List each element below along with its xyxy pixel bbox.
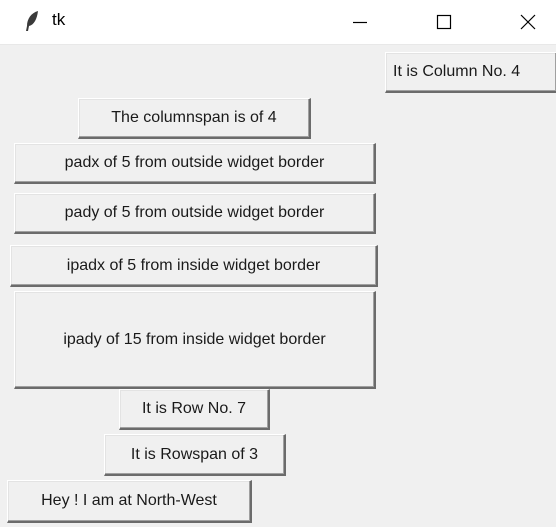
close-button[interactable] [500,0,556,44]
maximize-button[interactable] [416,0,472,44]
row-7-button[interactable]: It is Row No. 7 [119,389,270,430]
maximize-icon [436,14,452,30]
columnspan-button[interactable]: The columnspan is of 4 [78,98,311,139]
minimize-icon [352,14,368,30]
window-content: It is Column No. 4 The columnspan is of … [0,45,556,527]
window-title: tk [52,10,66,29]
feather-icon [24,10,40,32]
title-bar[interactable]: tk [0,0,556,45]
close-icon [520,14,536,30]
padx-button[interactable]: padx of 5 from outside widget border [14,143,376,184]
minimize-button[interactable] [332,0,388,44]
rowspan-button[interactable]: It is Rowspan of 3 [104,434,286,476]
north-west-button[interactable]: Hey ! I am at North-West [7,480,252,523]
ipadx-button[interactable]: ipadx of 5 from inside widget border [10,245,378,287]
ipady-button[interactable]: ipady of 15 from inside widget border [14,291,376,389]
pady-button[interactable]: pady of 5 from outside widget border [14,193,376,234]
column-4-button[interactable]: It is Column No. 4 [385,52,556,93]
tk-window: tk It is Column No. 4 The columnspan is … [0,0,556,527]
